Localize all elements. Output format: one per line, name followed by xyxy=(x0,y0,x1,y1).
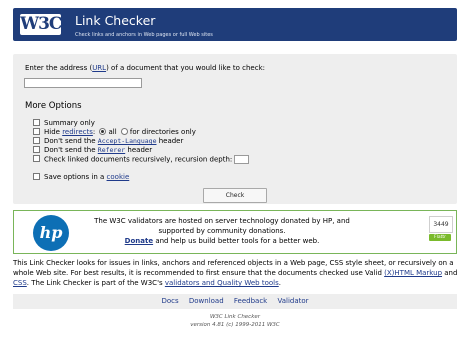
footer-product-name: W3C Link Checker xyxy=(209,314,261,320)
prompt-text-before: Enter the address ( xyxy=(25,64,93,72)
hide-dirs-label: for directories only xyxy=(129,128,196,136)
registered-mark: ® xyxy=(61,21,67,28)
check-form: Enter the address (URL) of a document th… xyxy=(13,54,457,204)
option-save-cookie: Save options in a cookie xyxy=(33,172,130,182)
sponsor-box: hp The W3C validators are hosted on serv… xyxy=(13,210,457,254)
uri-prompt: Enter the address (URL) of a document th… xyxy=(25,64,265,72)
prompt-text-after: ) of a document that you would like to c… xyxy=(106,64,265,72)
redirects-link[interactable]: redirects xyxy=(62,128,93,136)
intro-part3: . The Link Checker is part of the W3C's xyxy=(26,279,165,287)
check-button[interactable]: Check xyxy=(203,188,267,203)
hide-redirects-checkbox[interactable] xyxy=(33,127,40,135)
sponsor-line1: The W3C validators are hosted on server … xyxy=(94,217,350,235)
save-options-label: Save options in a xyxy=(44,173,107,181)
intro-part2: and xyxy=(442,269,458,277)
option-recursive: Check linked documents recursively, recu… xyxy=(33,155,250,165)
w3c-logo-text: W3C xyxy=(20,14,62,34)
referer-link[interactable]: Referer xyxy=(98,146,125,154)
hide-colon: : xyxy=(92,128,96,136)
recursive-checkbox[interactable] xyxy=(33,155,40,162)
accept-language-link[interactable]: Accept-Language xyxy=(98,137,157,145)
flattr-button[interactable]: Flattr xyxy=(429,234,451,241)
summary-only-label: Summary only xyxy=(44,119,95,127)
uri-input[interactable] xyxy=(24,78,142,88)
w3c-logo[interactable]: W3C® xyxy=(20,14,67,35)
referer-label: Don't send the xyxy=(44,146,98,154)
page-subtitle: Check links and anchors in Web pages or … xyxy=(75,32,213,38)
nav-feedback-link[interactable]: Feedback xyxy=(234,297,267,305)
hide-label: Hide xyxy=(44,128,63,136)
sponsor-message: The W3C validators are hosted on server … xyxy=(82,216,362,246)
more-options-heading: More Options xyxy=(25,101,82,111)
option-hide-redirects: Hide redirects: all for directories only xyxy=(33,127,196,137)
donate-link[interactable]: Donate xyxy=(125,237,153,245)
summary-only-checkbox[interactable] xyxy=(33,118,40,126)
url-link[interactable]: URL xyxy=(92,64,106,72)
intro-part4: . xyxy=(278,279,281,287)
nav-download-link[interactable]: Download xyxy=(189,297,224,305)
save-cookie-checkbox[interactable] xyxy=(33,172,40,180)
sponsor-line2: and help us build better tools for a bet… xyxy=(153,237,320,245)
hide-all-label: all xyxy=(108,128,117,136)
accept-language-checkbox[interactable] xyxy=(33,136,40,144)
css-validator-link[interactable]: CSS xyxy=(13,279,27,287)
option-accept-language: Don't send the Accept-Language header xyxy=(33,136,184,146)
hp-logo-text: hp xyxy=(39,223,63,242)
footer-version: version 4.81 (c) 1999-2011 W3C xyxy=(190,322,280,328)
markup-validator-link[interactable]: (X)HTML Markup xyxy=(384,269,442,277)
page-footer: W3C Link Checker version 4.81 (c) 1999-2… xyxy=(0,313,470,329)
hp-logo[interactable]: hp xyxy=(33,215,69,251)
cookie-link[interactable]: cookie xyxy=(107,173,130,181)
page-title: Link Checker xyxy=(75,13,156,28)
hide-all-radio[interactable] xyxy=(99,127,107,135)
accept-language-label: Don't send the xyxy=(44,137,98,145)
accept-language-suffix: header xyxy=(156,137,184,145)
flattr-count: 3449 xyxy=(429,216,453,233)
hide-dirs-radio[interactable] xyxy=(120,127,128,135)
header-banner: W3C® Link Checker Check links and anchor… xyxy=(13,8,457,41)
recursion-depth-input[interactable] xyxy=(234,155,250,164)
footer-nav: Docs Download Feedback Validator xyxy=(13,294,457,309)
nav-docs-link[interactable]: Docs xyxy=(161,297,178,305)
intro-text: This Link Checker looks for issues in li… xyxy=(13,258,459,288)
nav-validator-link[interactable]: Validator xyxy=(277,297,308,305)
referer-checkbox[interactable] xyxy=(33,145,40,153)
recursive-label: Check linked documents recursively, recu… xyxy=(44,155,233,164)
option-referer: Don't send the Referer header xyxy=(33,145,153,155)
option-summary-only: Summary only xyxy=(33,118,95,128)
quality-tools-link[interactable]: validators and Quality Web tools xyxy=(165,279,279,287)
referer-suffix: header xyxy=(125,146,153,154)
